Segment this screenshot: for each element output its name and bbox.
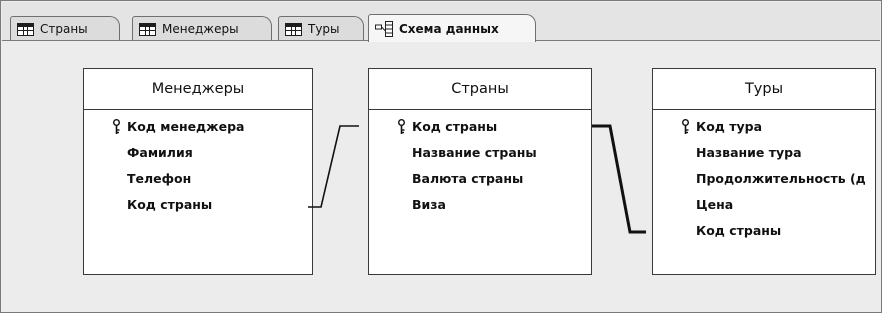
tab-label: Туры (308, 22, 340, 36)
tab-skhema-dannykh[interactable]: Схема данных (368, 14, 536, 42)
field-name: Виза (412, 197, 446, 212)
table-icon (17, 22, 34, 36)
primary-key-icon (682, 119, 689, 134)
field-name: Продолжительность (д (696, 171, 866, 186)
field-row-primary-key[interactable]: Код страны (369, 114, 591, 140)
tab-label: Менеджеры (162, 22, 239, 36)
table-icon (285, 22, 302, 36)
field-name: Код страны (127, 197, 213, 212)
table-box-strany[interactable]: Страны Код страны Название страны Валюта… (368, 68, 592, 275)
field-row[interactable]: Код страны (653, 218, 875, 244)
field-name: Код тура (696, 119, 763, 134)
relationships-canvas[interactable]: Менеджеры Код менеджера Фамилия Телефон … (2, 41, 880, 311)
primary-key-icon (113, 119, 120, 134)
document-tab-bar: Страны Менеджеры Туры Схема данных (2, 2, 880, 42)
field-name: Код страны (412, 119, 498, 134)
field-list: Код страны Название страны Валюта страны… (369, 110, 591, 218)
field-name: Название страны (412, 145, 537, 160)
field-list: Код менеджера Фамилия Телефон Код страны (84, 110, 312, 218)
field-row[interactable]: Название тура (653, 140, 875, 166)
field-row[interactable]: Продолжительность (д (653, 166, 875, 192)
tab-menedzhery[interactable]: Менеджеры (132, 16, 272, 41)
table-box-tury[interactable]: Туры Код тура Название тура Продолжитель… (652, 68, 876, 275)
field-name: Фамилия (127, 145, 193, 160)
field-row-primary-key[interactable]: Код менеджера (84, 114, 312, 140)
relationship-line-country-tour[interactable] (592, 124, 646, 234)
tab-strany[interactable]: Страны (10, 16, 120, 41)
field-row[interactable]: Фамилия (84, 140, 312, 166)
field-row[interactable]: Код страны (84, 192, 312, 218)
table-title[interactable]: Страны (369, 69, 591, 110)
table-box-menedzhery[interactable]: Менеджеры Код менеджера Фамилия Телефон … (83, 68, 313, 275)
field-row[interactable]: Цена (653, 192, 875, 218)
field-row[interactable]: Телефон (84, 166, 312, 192)
relationship-line-manager-country[interactable] (308, 125, 359, 208)
field-name: Код страны (696, 223, 782, 238)
field-list: Код тура Название тура Продолжительность… (653, 110, 875, 244)
tab-tury[interactable]: Туры (278, 16, 364, 41)
relationships-window: Страны Менеджеры Туры Схема данных Менед… (0, 0, 882, 313)
field-name: Телефон (127, 171, 192, 186)
field-row[interactable]: Название страны (369, 140, 591, 166)
field-name: Цена (696, 197, 734, 212)
field-name: Код менеджера (127, 119, 245, 134)
primary-key-icon (398, 119, 405, 134)
field-name: Название тура (696, 145, 802, 160)
table-icon (139, 22, 156, 36)
field-row[interactable]: Валюта страны (369, 166, 591, 192)
table-title[interactable]: Менеджеры (84, 69, 312, 110)
tab-label: Страны (40, 22, 88, 36)
table-title[interactable]: Туры (653, 69, 875, 110)
tab-label: Схема данных (399, 21, 499, 36)
field-row-primary-key[interactable]: Код тура (653, 114, 875, 140)
field-row[interactable]: Виза (369, 192, 591, 218)
relationships-icon (375, 20, 393, 37)
field-name: Валюта страны (412, 171, 524, 186)
